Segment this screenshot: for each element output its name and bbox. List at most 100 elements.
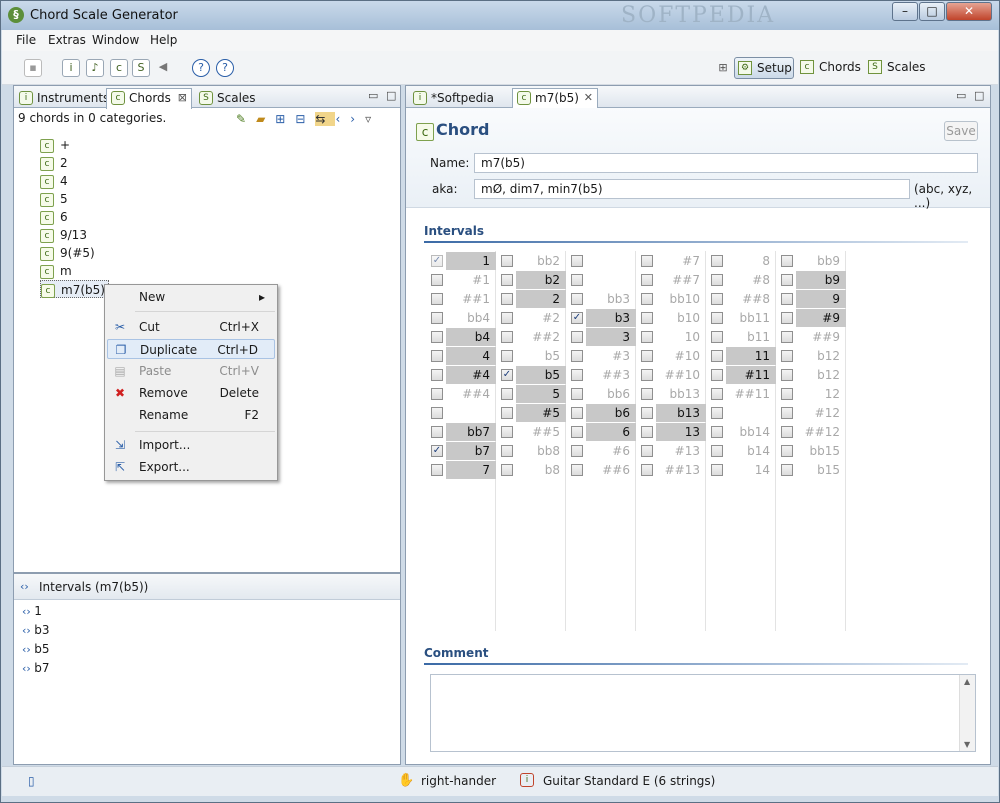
interval-checkbox[interactable]: ✓ <box>431 255 443 267</box>
menu-item-paste[interactable]: ▤ Paste Ctrl+V <box>107 361 275 381</box>
interval-checkbox[interactable] <box>571 426 583 438</box>
interval-checkbox[interactable] <box>501 445 513 457</box>
chord-list-item[interactable]: c5 <box>40 190 68 208</box>
interval-checkbox[interactable] <box>641 331 653 343</box>
comment-textarea[interactable]: ▲ ▼ <box>430 674 976 752</box>
interval-checkbox[interactable] <box>711 426 723 438</box>
chord-list-item[interactable]: c 9/13 <box>40 226 87 244</box>
minimize-view-icon[interactable]: ▭ <box>368 89 378 102</box>
instrument-status[interactable]: Guitar Standard E (6 strings) <box>543 774 715 788</box>
maximize-editor-icon[interactable]: □ <box>974 89 984 102</box>
interval-checkbox[interactable] <box>431 350 443 362</box>
interval-checkbox[interactable] <box>781 369 793 381</box>
menu-item-rename[interactable]: Rename F2 <box>107 405 275 425</box>
interval-checkbox[interactable] <box>711 407 723 419</box>
perspective-scales[interactable]: S Scales <box>865 57 927 79</box>
interval-checkbox[interactable] <box>711 331 723 343</box>
menu-item-cut[interactable]: ✂ Cut Ctrl+X <box>107 317 275 337</box>
perspective-setup[interactable]: ⚙ Setup <box>734 57 794 79</box>
open-perspective-icon[interactable]: ⊞ <box>714 60 732 78</box>
interval-checkbox[interactable] <box>781 312 793 324</box>
perspective-chords[interactable]: c Chords <box>797 57 861 79</box>
menu-item-export[interactable]: ⇱ Export... <box>107 457 275 477</box>
interval-checkbox[interactable] <box>571 350 583 362</box>
handedness-status[interactable]: right-hander <box>421 774 496 788</box>
name-field[interactable]: m7(b5) <box>474 153 978 173</box>
intervals-toggle-icon[interactable]: ‹› <box>335 112 365 126</box>
interval-list-item[interactable]: ‹› b5 <box>22 640 50 658</box>
interval-checkbox[interactable] <box>711 312 723 324</box>
close-tab-icon[interactable]: ✕ <box>584 89 593 107</box>
interval-checkbox[interactable] <box>431 407 443 419</box>
interval-checkbox[interactable] <box>641 255 653 267</box>
interval-checkbox[interactable] <box>781 464 793 476</box>
interval-checkbox[interactable] <box>781 388 793 400</box>
aka-field[interactable]: mØ, dim7, min7(b5) <box>474 179 910 199</box>
instrument-icon[interactable]: i <box>62 59 80 77</box>
new-chord-icon[interactable]: ♪ <box>86 59 104 77</box>
interval-checkbox[interactable] <box>501 255 513 267</box>
maximize-view-icon[interactable]: □ <box>386 89 396 102</box>
interval-checkbox[interactable] <box>781 407 793 419</box>
interval-checkbox[interactable] <box>571 293 583 305</box>
interval-checkbox[interactable] <box>781 426 793 438</box>
menu-extras[interactable]: Extras <box>48 33 86 47</box>
interval-checkbox[interactable] <box>501 274 513 286</box>
interval-checkbox[interactable]: ✓ <box>571 312 583 324</box>
interval-checkbox[interactable] <box>571 274 583 286</box>
interval-checkbox[interactable] <box>501 331 513 343</box>
chord-list-item[interactable]: c 9(#5) <box>40 244 95 262</box>
interval-checkbox[interactable] <box>711 388 723 400</box>
interval-checkbox[interactable] <box>641 312 653 324</box>
interval-checkbox[interactable] <box>501 388 513 400</box>
close-button[interactable]: ✕ <box>946 2 992 21</box>
interval-checkbox[interactable] <box>571 407 583 419</box>
interval-checkbox[interactable]: ✓ <box>431 445 443 457</box>
interval-checkbox[interactable] <box>781 331 793 343</box>
interval-checkbox[interactable] <box>431 426 443 438</box>
context-help-icon[interactable]: ? <box>216 59 234 77</box>
interval-checkbox[interactable] <box>641 388 653 400</box>
interval-checkbox[interactable] <box>641 426 653 438</box>
interval-checkbox[interactable] <box>431 369 443 381</box>
link-icon[interactable]: ⇆ <box>315 112 336 126</box>
interval-checkbox[interactable] <box>501 407 513 419</box>
edit-chord-icon[interactable]: c <box>110 59 128 77</box>
new-chord-icon[interactable]: ✎ <box>236 112 256 126</box>
speaker-icon[interactable]: ◀ <box>154 59 172 77</box>
interval-checkbox[interactable] <box>711 350 723 362</box>
interval-checkbox[interactable] <box>571 331 583 343</box>
menu-item-new[interactable]: New ▸ <box>107 287 275 307</box>
chord-list-item[interactable]: c2 <box>40 154 68 172</box>
interval-checkbox[interactable] <box>711 369 723 381</box>
interval-checkbox[interactable] <box>571 388 583 400</box>
save-button[interactable]: Save <box>944 121 978 141</box>
interval-checkbox[interactable] <box>431 388 443 400</box>
interval-checkbox[interactable] <box>641 293 653 305</box>
new-folder-icon[interactable]: ▰ <box>256 112 275 126</box>
chord-list-item[interactable]: c + <box>40 136 70 154</box>
interval-checkbox[interactable] <box>711 464 723 476</box>
interval-checkbox[interactable] <box>571 369 583 381</box>
menu-item-duplicate[interactable]: ❐ Duplicate Ctrl+D <box>107 339 275 359</box>
menu-window[interactable]: Window <box>92 33 139 47</box>
interval-checkbox[interactable] <box>641 445 653 457</box>
close-tab-icon[interactable]: ⊠ <box>178 89 187 107</box>
interval-checkbox[interactable]: ✓ <box>501 369 513 381</box>
interval-checkbox[interactable] <box>501 293 513 305</box>
interval-checkbox[interactable] <box>431 464 443 476</box>
interval-list-item[interactable]: ‹› b3 <box>22 621 50 639</box>
interval-checkbox[interactable] <box>781 274 793 286</box>
interval-checkbox[interactable] <box>711 274 723 286</box>
interval-checkbox[interactable] <box>431 293 443 305</box>
interval-checkbox[interactable] <box>641 274 653 286</box>
tab-scales[interactable]: S Scales <box>194 88 256 108</box>
menu-item-import[interactable]: ⇲ Import... <box>107 435 275 455</box>
interval-list-item[interactable]: ‹› b7 <box>22 659 50 677</box>
scale-icon[interactable]: S <box>132 59 150 77</box>
interval-checkbox[interactable] <box>641 407 653 419</box>
scroll-down-icon[interactable]: ▼ <box>964 740 970 749</box>
interval-checkbox[interactable] <box>711 293 723 305</box>
collapse-all-icon[interactable]: ⊟ <box>295 112 315 126</box>
expand-all-icon[interactable]: ⊞ <box>275 112 295 126</box>
